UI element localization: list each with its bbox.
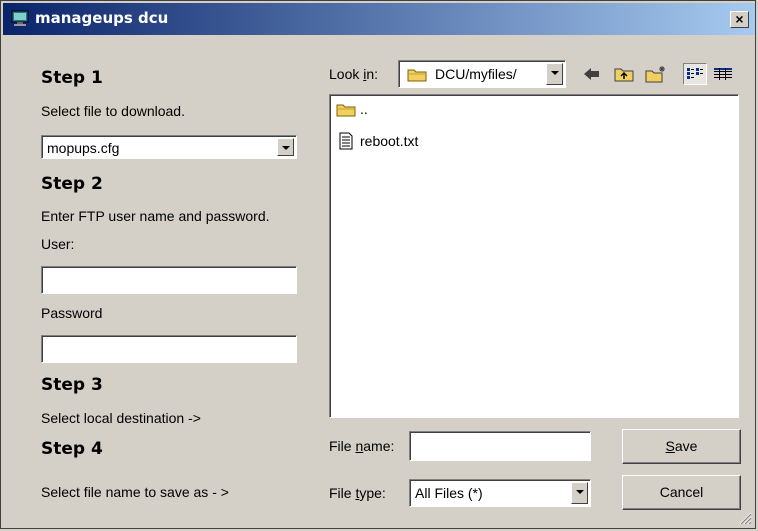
file-name-input[interactable] (409, 431, 591, 461)
user-input[interactable] (41, 266, 297, 294)
app-icon (11, 10, 29, 26)
step-2-title: Step 2 (41, 174, 103, 194)
look-in-label: Look in: (329, 66, 379, 82)
text-file-icon (339, 132, 353, 150)
chevron-down-icon[interactable] (546, 63, 563, 85)
list-view-icon (687, 68, 703, 79)
cancel-button[interactable]: Cancel (622, 475, 741, 510)
file-list[interactable]: .. reboot.txt (329, 94, 739, 418)
file-type-value: All Files (*) (415, 485, 483, 501)
back-arrow-icon (584, 68, 599, 80)
title-bar[interactable]: manageups dcu × (3, 3, 755, 35)
dialog-window: manageups dcu × Step 1 Select file to do… (0, 0, 756, 529)
step-1-title: Step 1 (41, 68, 103, 88)
chevron-down-icon[interactable] (571, 482, 588, 504)
download-file-value: mopups.cfg (47, 140, 120, 156)
list-item-label: reboot.txt (360, 133, 419, 149)
step-4-description: Select file name to save as - > (41, 484, 229, 500)
close-icon: × (735, 11, 744, 27)
look-in-value: DCU/myfiles/ (435, 66, 517, 82)
window-title: manageups dcu (35, 9, 169, 27)
folder-icon (336, 104, 356, 116)
step-2-description: Enter FTP user name and password. (41, 208, 270, 224)
list-view-button[interactable] (683, 63, 707, 85)
close-button[interactable]: × (730, 11, 749, 28)
file-type-select[interactable]: All Files (*) (409, 479, 591, 507)
up-folder-icon (614, 68, 634, 82)
step-4-title: Step 4 (41, 439, 103, 459)
password-input[interactable] (41, 335, 297, 363)
file-type-label: File type: (329, 485, 386, 501)
resize-grip-icon[interactable] (738, 511, 752, 525)
look-in-select[interactable]: DCU/myfiles/ (398, 60, 566, 88)
details-view-button[interactable] (711, 63, 735, 85)
step-3-description: Select local destination -> (41, 410, 201, 426)
file-name-label: File name: (329, 438, 395, 454)
list-item[interactable]: .. (336, 99, 368, 119)
new-folder-button[interactable] (644, 63, 668, 85)
download-file-select[interactable]: mopups.cfg (41, 135, 297, 159)
list-item[interactable]: reboot.txt (336, 131, 418, 151)
step-1-description: Select file to download. (41, 103, 185, 119)
folder-icon (407, 69, 427, 82)
back-button[interactable] (580, 63, 604, 85)
up-folder-button[interactable] (612, 63, 636, 85)
new-folder-icon (645, 66, 665, 83)
save-button[interactable]: Save (622, 429, 741, 464)
step-3-title: Step 3 (41, 375, 103, 395)
chevron-down-icon[interactable] (277, 138, 294, 156)
list-item-label: .. (360, 101, 368, 117)
details-view-icon (714, 68, 732, 80)
password-label: Password (41, 305, 103, 321)
user-label: User: (41, 236, 75, 252)
